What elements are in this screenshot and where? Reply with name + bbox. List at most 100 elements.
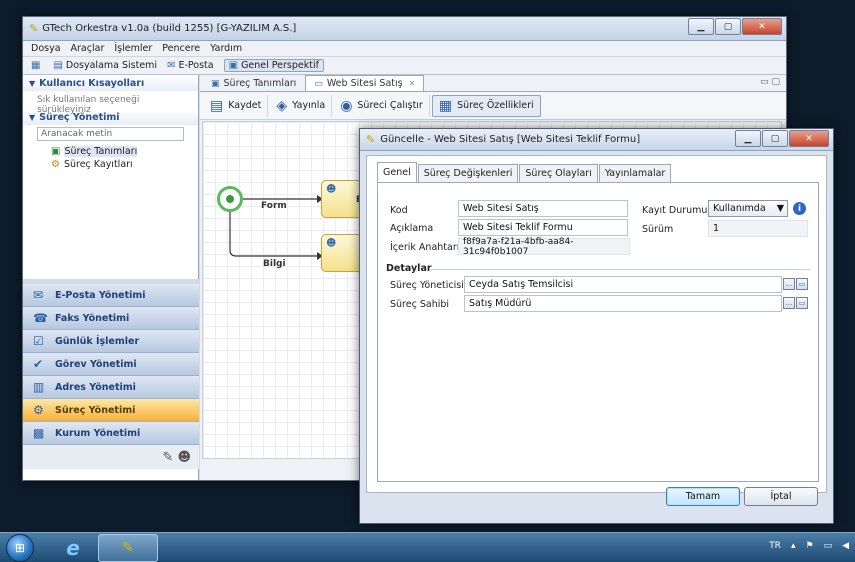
tree-item-process-definitions[interactable]: ▣ Süreç Tanımları [23, 145, 198, 158]
dialog-title: Güncelle - Web Sitesi Satış [Web Sitesi … [380, 134, 641, 145]
maximize-button[interactable]: ▢ [715, 18, 741, 35]
tab-genel[interactable]: Genel [377, 162, 417, 182]
yonetici-browse-button[interactable]: … [783, 278, 795, 290]
run-process-label: Süreci Çalıştır [357, 100, 423, 111]
close-button[interactable]: ✕ [742, 18, 782, 35]
nav-organization-management[interactable]: ▩ Kurum Yönetimi [23, 422, 199, 445]
aciklama-label: Açıklama [390, 223, 434, 234]
nav-fax-management[interactable]: ☎ Faks Yönetimi [23, 307, 199, 330]
tree-item-process-records[interactable]: ⚙ Süreç Kayıtları [23, 158, 198, 171]
menu-pencere[interactable]: Pencere [162, 43, 200, 54]
daily-tasks-icon: ☑ [33, 334, 44, 348]
email-button[interactable]: ✉ E-Posta [167, 60, 214, 71]
cancel-button[interactable]: İptal [744, 487, 818, 506]
aciklama-input[interactable]: Web Sitesi Teklif Formu [458, 219, 628, 236]
nav-daily-tasks[interactable]: ☑ Günlük İşlemler [23, 330, 199, 353]
tab-surec-degiskenleri[interactable]: Süreç Değişkenleri [417, 164, 519, 182]
save-button[interactable]: ▤ Kaydet [204, 94, 269, 117]
tab-yayinlamalar[interactable]: Yayınlamalar [598, 164, 672, 182]
ok-button[interactable]: Tamam [666, 487, 740, 506]
surec-yoneticisi-input[interactable]: Ceyda Satış Temsilcisi [464, 276, 782, 293]
process-header[interactable]: ▼ Süreç Yönetimi [23, 109, 198, 125]
run-process-button[interactable]: ◉ Süreci Çalıştır [334, 94, 430, 117]
menu-yardim[interactable]: Yardım [210, 43, 242, 54]
publish-button[interactable]: ◈ Yayınla [270, 94, 333, 117]
sahibi-clear-button[interactable]: ▭ [796, 297, 808, 309]
nav-address-management[interactable]: ▥ Adres Yönetimi [23, 376, 199, 399]
app-wand-icon: ✎ [29, 22, 39, 35]
main-titlebar[interactable]: ✎ GTech Orkestra v1.0a (build 1255) [G-Y… [23, 17, 786, 41]
main-toolbar: ▦ ▤ Dosyalama Sistemi ✉ E-Posta ▣ Genel Per… [23, 57, 786, 75]
menu-araclar[interactable]: Araçlar [71, 43, 105, 54]
close-tab-icon[interactable]: ✕ [409, 79, 416, 88]
email-label: E-Posta [178, 60, 214, 71]
nav-label: Faks Yönetimi [55, 312, 130, 324]
favorites-hint: Sık kullanılan seçeneği sürükleyiniz [37, 95, 140, 115]
action-center-flag-icon[interactable]: ⚑ [805, 541, 813, 551]
start-event-node[interactable] [217, 186, 243, 212]
general-tab-panel: Kod Web Sitesi Satış Açıklama Web Sitesi… [377, 182, 819, 482]
tab-surec-olaylari[interactable]: Süreç Olayları [519, 164, 598, 182]
process-properties-button[interactable]: ▦ Süreç Özellikleri [431, 94, 541, 117]
taskbar: ⊞ e ✎ TR ▴ ⚑ ▭ ◀ [0, 532, 855, 562]
kod-input[interactable]: Web Sitesi Satış [458, 200, 628, 217]
address-book-icon: ▥ [33, 380, 45, 394]
icerik-anahtari-label: İçerik Anahtarı [390, 242, 460, 253]
dialog-body: Genel Süreç Değişkenleri Süreç Olayları … [366, 155, 827, 493]
folder-icon: ▤ [53, 60, 63, 71]
favorites-header[interactable]: ▼ Kullanıcı Kısayolları [23, 75, 198, 91]
dialog-close-button[interactable]: ✕ [789, 130, 829, 147]
fax-icon: ☎ [33, 311, 48, 325]
nav-label: Kurum Yönetimi [55, 427, 141, 439]
info-icon[interactable]: i [793, 202, 806, 215]
nav-task-management[interactable]: ✔ Görev Yönetimi [23, 353, 199, 376]
dialog-maximize-button[interactable]: ▢ [762, 130, 788, 147]
user-task-icon: ☻ [326, 184, 337, 195]
grid-toolbar-button[interactable]: ▦ [31, 60, 43, 71]
edge-label-bilgi: Bilgi [263, 259, 286, 269]
configure-buttons-icon[interactable]: ✎ [163, 450, 174, 465]
user-icon[interactable]: ☻ [177, 450, 191, 465]
sahibi-browse-button[interactable]: … [783, 297, 795, 309]
tree-item-label: Süreç Tanımları [64, 146, 138, 157]
search-input[interactable]: Aranacak metin [37, 127, 184, 141]
network-icon[interactable]: ▭ [824, 541, 833, 551]
nav-label: E-Posta Yönetimi [55, 289, 146, 301]
kayit-durumu-value: Kullanımda [713, 203, 766, 214]
nav-label: Günlük İşlemler [55, 335, 140, 347]
horizontal-scrollbar[interactable] [202, 458, 362, 468]
general-perspective-button[interactable]: ▣ Genel Perspektif [223, 59, 324, 72]
icerik-anahtari-value: f8f9a7a-f21a-4bfb-aa84-31c94f0b1007 [458, 237, 630, 257]
tab-minimize-maximize-icon[interactable]: ▭ ▢ [760, 77, 780, 87]
orkestra-taskbar-button[interactable]: ✎ [98, 533, 158, 562]
file-system-button[interactable]: ▤ Dosyalama Sistemi [53, 60, 157, 71]
menu-islemler[interactable]: İşlemler [114, 43, 152, 54]
nav-email-management[interactable]: ✉ E-Posta Yönetimi [23, 284, 199, 307]
yonetici-clear-button[interactable]: ▭ [796, 278, 808, 290]
minimize-button[interactable]: ▁ [688, 18, 714, 35]
dialog-titlebar[interactable]: ✎ Güncelle - Web Sitesi Satış [Web Sites… [360, 129, 833, 151]
editor-tabs: ▣ Süreç Tanımları ▭ Web Sitesi Satış ✕ ▭ ▢ [200, 75, 786, 92]
menu-dosya[interactable]: Dosya [31, 43, 61, 54]
surum-label: Sürüm [642, 224, 674, 235]
dialog-minimize-button[interactable]: ▁ [735, 130, 761, 147]
internet-explorer-taskbar-icon[interactable]: e [48, 534, 98, 562]
chevron-down-icon: ▼ [776, 203, 784, 214]
tab-web-sitesi-satis[interactable]: ▭ Web Sitesi Satış ✕ [305, 75, 425, 91]
tab-process-definitions[interactable]: ▣ Süreç Tanımları [202, 75, 305, 91]
publish-icon: ◈ [276, 97, 288, 114]
collapse-icon: ▼ [29, 78, 36, 88]
system-tray: TR ▴ ⚑ ▭ ◀ [759, 541, 849, 551]
volume-icon[interactable]: ◀ [842, 541, 849, 551]
language-indicator[interactable]: TR [769, 541, 781, 551]
kayit-durumu-select[interactable]: Kullanımda ▼ [708, 200, 788, 217]
surec-yoneticisi-label: Süreç Yöneticisi [390, 280, 464, 291]
edge-label-form: Form [261, 201, 287, 211]
save-label: Kaydet [228, 100, 262, 111]
kod-label: Kod [390, 205, 408, 216]
app-wand-icon: ✎ [366, 133, 376, 146]
tray-expand-icon[interactable]: ▴ [791, 541, 796, 551]
surec-sahibi-input[interactable]: Satış Müdürü [464, 295, 782, 312]
nav-process-management[interactable]: ⚙ Süreç Yönetimi [23, 399, 199, 422]
start-button[interactable]: ⊞ [6, 533, 34, 562]
